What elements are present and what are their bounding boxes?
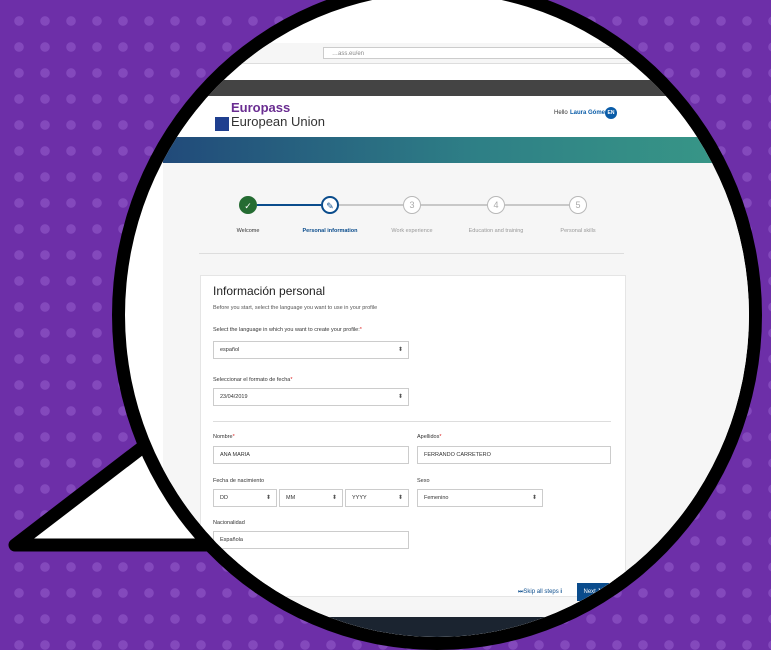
step-label-work-experience[interactable]: Work experience xyxy=(391,228,432,234)
step-connector xyxy=(505,204,569,206)
page-title: Información personal xyxy=(213,284,326,298)
divider xyxy=(199,253,624,254)
language-label: Select the language in which you want to… xyxy=(213,327,362,333)
last-name-field[interactable]: FERRANDO CARRETERO xyxy=(417,446,611,464)
select-caret-icon: ⬍ xyxy=(265,495,271,501)
browser-toolbar: …ass.eu/en ▾ 🔒 C Busca xyxy=(163,43,749,64)
birth-month-select[interactable]: MM ⬍ xyxy=(279,489,343,507)
sex-select[interactable]: Femenino ⬍ xyxy=(417,489,543,507)
step-label-personal-information[interactable]: Personal information xyxy=(302,228,357,234)
step-connector xyxy=(421,204,487,206)
step-connector xyxy=(257,204,321,206)
language-badge[interactable]: EN xyxy=(605,107,617,119)
page-subtitle: Before you start, select the language yo… xyxy=(213,305,378,311)
browser-tools[interactable]: ▾ 🔒 C xyxy=(673,49,691,56)
select-caret-icon: ⬍ xyxy=(531,495,537,501)
first-name-field[interactable]: ANA MARIA xyxy=(213,446,409,464)
user-name-link[interactable]: Laura Gómez xyxy=(570,110,608,116)
skip-all-steps-link[interactable]: ⏭Skip all steps ℹ xyxy=(518,589,562,596)
nationality-field[interactable]: Española xyxy=(213,531,409,549)
step-label-education[interactable]: Education and training xyxy=(469,228,524,234)
nationality-label: Nacionalidad xyxy=(213,520,245,526)
step-connector xyxy=(339,204,403,206)
birth-date-label: Fecha de nacimiento xyxy=(213,478,265,484)
eu-flag-icon xyxy=(215,117,229,131)
speech-bubble: …ass.eu/en ▾ 🔒 C Busca Europass European… xyxy=(112,0,762,650)
next-button[interactable]: Next ❯ xyxy=(577,583,609,601)
select-caret-icon: ⬍ xyxy=(397,394,403,400)
select-caret-icon: ⬍ xyxy=(397,347,403,353)
info-icon: ℹ xyxy=(560,589,563,595)
birth-year-select[interactable]: YYYY ⬍ xyxy=(345,489,409,507)
step-label-personal-skills[interactable]: Personal skills xyxy=(560,228,595,234)
language-select[interactable]: español ⬍ xyxy=(213,341,409,359)
address-bar[interactable]: …ass.eu/en xyxy=(323,47,693,59)
step-2-personal-info-edit-icon[interactable]: ✎ xyxy=(321,196,339,214)
step-3[interactable]: 3 xyxy=(403,196,421,214)
step-5[interactable]: 5 xyxy=(569,196,587,214)
date-format-label: Seleccionar el formato de fecha* xyxy=(213,377,293,383)
hero-band xyxy=(163,137,749,163)
last-name-label: Apellidos* xyxy=(417,434,442,440)
step-1-welcome-check-icon[interactable]: ✓ xyxy=(239,196,257,214)
select-caret-icon: ⬍ xyxy=(331,495,337,501)
sex-label: Sexo xyxy=(417,478,430,484)
step-4[interactable]: 4 xyxy=(487,196,505,214)
logo-europass[interactable]: Europass xyxy=(231,100,290,115)
top-nav-bar xyxy=(163,80,749,96)
date-format-select[interactable]: 23/04/2019 ⬍ xyxy=(213,388,409,406)
first-name-label: Nombre* xyxy=(213,434,235,440)
form-separator xyxy=(213,421,611,422)
step-label-welcome[interactable]: Welcome xyxy=(237,228,260,234)
birth-day-select[interactable]: DD ⬍ xyxy=(213,489,277,507)
logo-european-union: European Union xyxy=(231,114,325,129)
screenshot-content: …ass.eu/en ▾ 🔒 C Busca Europass European… xyxy=(125,13,749,637)
footer-bar xyxy=(163,617,749,637)
greeting: Hello xyxy=(554,110,568,116)
select-caret-icon: ⬍ xyxy=(397,495,403,501)
